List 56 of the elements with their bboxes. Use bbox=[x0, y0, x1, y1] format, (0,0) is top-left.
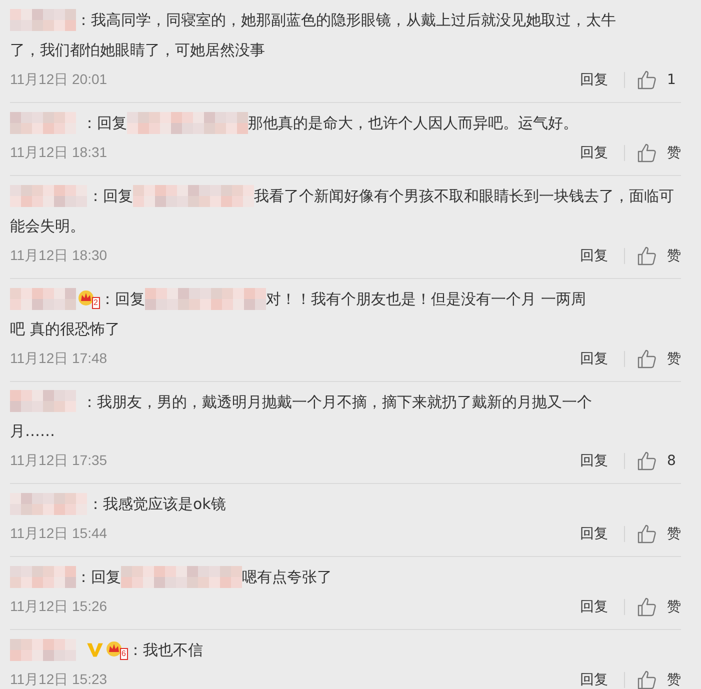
reply-link[interactable]: 回复 bbox=[580, 671, 608, 689]
reply-link[interactable]: 回复 bbox=[580, 598, 608, 616]
reply-link[interactable]: 回复 bbox=[580, 525, 608, 544]
comment-text: ：回复 bbox=[82, 114, 127, 132]
thumbs-up-icon[interactable] bbox=[637, 246, 657, 266]
mosaic-drawing bbox=[10, 8, 76, 31]
like-link[interactable]: 赞 bbox=[667, 246, 681, 265]
comment-text: 那他真的是命大，也许个人因人而异吧。运气好。 bbox=[248, 114, 578, 132]
thumbs-up-icon[interactable] bbox=[637, 524, 657, 544]
mosaic-drawing bbox=[10, 566, 76, 588]
verified-v-icon bbox=[86, 641, 104, 660]
mosaic-drawing bbox=[10, 288, 76, 310]
comment-text: 对！！我有个朋友也是！但是没有一个月 一两周 bbox=[266, 290, 586, 308]
like-link[interactable]: 赞 bbox=[667, 671, 681, 689]
thumbs-up-icon[interactable] bbox=[637, 597, 657, 618]
comment-text: ：我朋友，男的，戴透明月抛戴一个月不摘，摘下来就扔了戴新的月抛又一个 bbox=[82, 392, 592, 410]
reply-link[interactable]: 回复 bbox=[580, 452, 608, 470]
comment-text: 能会失明。 bbox=[10, 216, 85, 237]
comment-text: ：我也不信 bbox=[128, 641, 203, 660]
comment-time: 11月12日 15:26 bbox=[10, 598, 108, 616]
like-link[interactable]: 1 bbox=[667, 72, 681, 88]
thumbs-up-icon[interactable] bbox=[637, 670, 657, 689]
comment-text: ：我高同学，同寝室的，她那副蓝色的隐形眼镜，从戴上过后就没见她取过，太牛 bbox=[76, 10, 616, 29]
comment-time: 11月12日 20:01 bbox=[10, 70, 108, 89]
like-link[interactable]: 赞 bbox=[667, 350, 681, 368]
like-link[interactable]: 赞 bbox=[667, 525, 681, 544]
reply-link[interactable]: 回复 bbox=[580, 70, 608, 89]
crown-icon bbox=[78, 288, 96, 307]
comment-text: 月…… bbox=[10, 421, 55, 442]
like-link[interactable]: 赞 bbox=[667, 144, 681, 162]
reply-link[interactable]: 回复 bbox=[580, 144, 608, 162]
comment-text: ：回复 bbox=[76, 568, 121, 586]
thumbs-up-icon[interactable] bbox=[637, 451, 657, 472]
comment-text: ：回复 bbox=[100, 290, 145, 308]
comment-text: ：我感觉应该是ok镜 bbox=[88, 495, 226, 514]
comment-text: 我看了个新闻好像有个男孩不取和眼睛长到一块钱去了，面临可 bbox=[254, 186, 674, 205]
thumbs-up-icon[interactable] bbox=[637, 70, 657, 90]
like-link[interactable]: 8 bbox=[667, 453, 681, 470]
comment-time: 11月12日 18:31 bbox=[10, 144, 108, 162]
like-link[interactable]: 赞 bbox=[667, 598, 681, 616]
comment-time: 11月12日 17:35 bbox=[10, 452, 108, 470]
thumbs-up-icon[interactable] bbox=[637, 142, 657, 163]
comment-time: 11月12日 17:48 bbox=[10, 350, 108, 368]
comment-text: 了，我们都怕她眼睛了，可她居然没事 bbox=[10, 40, 265, 61]
comment-text: ：回复 bbox=[88, 186, 133, 205]
reply-link[interactable]: 回复 bbox=[580, 350, 608, 368]
comment-text: 吧 真的很恐怖了 bbox=[10, 318, 120, 340]
reply-link[interactable]: 回复 bbox=[580, 246, 608, 265]
comment-time: 11月12日 15:23 bbox=[10, 671, 108, 689]
thumbs-up-icon[interactable] bbox=[637, 348, 657, 369]
comment-time: 11月12日 15:44 bbox=[10, 525, 108, 544]
comment-text: 嗯有点夸张了 bbox=[242, 568, 332, 586]
crown-icon bbox=[106, 640, 124, 658]
comment-time: 11月12日 18:30 bbox=[10, 246, 108, 265]
level-badge: 2 bbox=[92, 296, 100, 309]
level-badge: 6 bbox=[120, 648, 128, 660]
